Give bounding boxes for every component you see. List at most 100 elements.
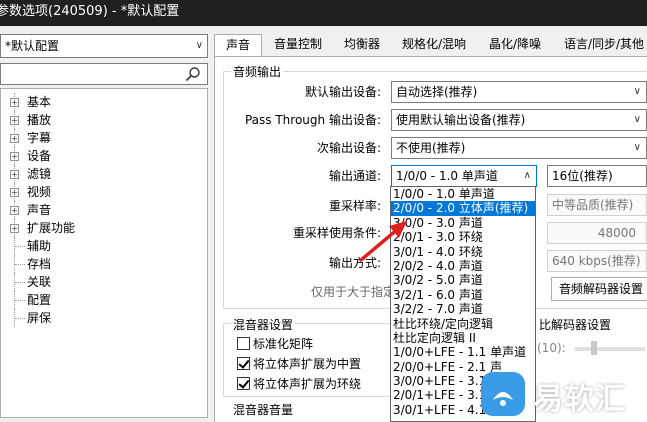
output-channel-value: 1/0/0 - 1.0 单声道 [396,169,498,183]
tree-item-label: 屏保 [27,311,52,325]
chevron-up-icon: ∧ [523,170,531,181]
expand-stereo-center-checkbox[interactable]: 将立体声扩展为中置 [237,355,361,372]
expand-icon[interactable]: + [10,134,19,143]
mixer-volume-title: 混音器音量 [231,401,296,418]
red-arrow-annotation [359,221,407,262]
watermark-text: 易软汇 [533,382,626,417]
tree-item-label: 辅助 [27,239,52,253]
passthrough-device-select[interactable]: 使用默认输出设备(推荐) ∨ [391,109,647,131]
tree-item-label: 关联 [27,275,52,289]
search-icon[interactable] [185,66,201,82]
channel-option[interactable]: 3/2/1 - 6.0 声道 [391,288,535,302]
tree-item-label: 扩展功能 [27,221,76,235]
tree-item[interactable]: + 声音 [1,201,207,219]
secondary-device-label: 次输出设备: [316,141,381,155]
expand-stereo-surround-checkbox[interactable]: 将立体声扩展为环绕 [237,375,361,392]
settings-tree: + 基本 + 播放 + 字幕 + 设备 + 滤镜 + 视频 + 声音 + 扩展功能 辅助 存档 关联 配置 屏保 [0,88,208,418]
tree-item[interactable]: 辅助 [1,237,207,255]
mixer-settings-title: 混音器设置 [231,316,296,333]
expand-icon[interactable]: + [10,98,19,107]
channel-option[interactable]: 1/0/0+LFE - 1.1 单声道 [391,345,535,359]
chevron-down-icon: ∨ [195,40,203,51]
default-device-select[interactable]: 自动选择(推荐) ∨ [391,81,647,103]
tab-crystal-denoise[interactable]: 晶化/降噪 [480,34,550,56]
slider-thumb[interactable] [591,341,597,355]
tab-bar: 声音 音量控制 均衡器 规格化/混响 晶化/降噪 语言/同步/其他 [214,34,647,57]
window-titlebar: 参数选项(240509) - *默认配置 [0,0,647,26]
secondary-device-value: 不使用(推荐) [396,141,466,155]
tree-item[interactable]: + 滤镜 [1,165,207,183]
chevron-down-icon: ∨ [633,142,641,153]
watermark: 易软汇 [475,366,647,422]
resample-rate-spin[interactable]: 48000 [547,222,647,244]
expand-icon[interactable]: + [10,170,19,179]
tree-item[interactable]: 配置 [1,291,207,309]
checkbox-label: 标准化矩阵 [253,337,314,351]
passthrough-label: Pass Through 输出设备: [244,113,381,127]
tree-item[interactable]: + 基本 [1,93,207,111]
tree-item[interactable]: + 播放 [1,111,207,129]
chevron-down-icon: ∨ [633,86,641,97]
checkbox-label: 将立体声扩展为环绕 [253,377,362,391]
secondary-device-select[interactable]: 不使用(推荐) ∨ [391,137,647,159]
tree-item[interactable]: + 视频 [1,183,207,201]
tab-normalize-reverb[interactable]: 规格化/混响 [394,34,474,56]
tree-connector [15,300,25,301]
tree-item[interactable]: + 扩展功能 [1,219,207,237]
tree-connector [15,264,25,265]
tree-item[interactable]: + 设备 [1,147,207,165]
tree-item-label: 字幕 [27,131,52,145]
only-for-label: 仅用于大于指定 [310,285,395,299]
expand-icon[interactable]: + [10,188,19,197]
passthrough-device-value: 使用默认输出设备(推荐) [396,113,526,127]
tree-item-label: 播放 [27,113,52,127]
checkbox-box[interactable] [237,357,250,370]
channel-option[interactable]: 1/0/0 - 1.0 单声道 [391,187,535,201]
tree-item-label: 滤镜 [27,167,52,181]
default-device-value: 自动选择(推荐) [396,85,478,99]
channel-option[interactable]: 3/0/2 - 5.0 声道 [391,273,535,287]
resample-rate-value: 48000 [597,226,636,240]
audio-decoder-settings-button[interactable]: 音频解码器设置 [551,277,647,301]
preset-select[interactable]: *默认配置 ∨ [0,34,208,58]
tree-item[interactable]: 屏保 [1,309,207,327]
channel-option[interactable]: 3/2/2 - 7.0 声道 [391,302,535,316]
expand-icon[interactable]: + [10,152,19,161]
left-pane: *默认配置 ∨ + 基本 + 播放 + 字幕 + 设备 + 滤镜 + 视频 + 声音 + 扩展功能 辅助 存档 关联… [0,26,212,422]
tab-sound[interactable]: 声音 [214,34,262,57]
channel-option[interactable]: 杜比环绕/定向逻辑 [391,317,535,331]
bit-depth-value: 16位(推荐) [552,169,613,183]
bit-depth-select[interactable]: 16位(推荐) [547,165,647,187]
expand-icon[interactable]: + [10,224,19,233]
resample-quality-value: 中等品质(推荐) [552,198,634,212]
search-input[interactable] [0,63,208,85]
expand-icon[interactable]: + [10,116,19,125]
tab-volume-control[interactable]: 音量控制 [266,34,330,56]
output-channel-label: 输出通道: [328,169,381,183]
tree-item-label: 设备 [27,149,52,163]
chevron-down-icon: ∨ [633,114,641,125]
tree-item-label: 存档 [27,257,52,271]
tree-item[interactable]: + 字幕 [1,129,207,147]
checkbox-box[interactable] [237,337,250,350]
expand-icon[interactable]: + [10,206,19,215]
checkbox-box[interactable] [237,377,250,390]
resample-quality-select[interactable]: 中等品质(推荐) [547,194,647,216]
tree-item-label: 配置 [27,293,52,307]
brand-logo-icon [481,372,525,416]
normalize-matrix-checkbox[interactable]: 标准化矩阵 [237,335,313,352]
default-device-label: 默认输出设备: [304,85,381,99]
channel-option[interactable]: 杜比定向逻辑 II [391,331,535,345]
bitrate-select[interactable]: 640 kbps(推荐) [547,250,647,272]
output-channel-select[interactable]: 1/0/0 - 1.0 单声道 ∧ [391,165,537,187]
decoder-settings-title: 比解码器设置 [537,316,614,333]
tree-item[interactable]: 存档 [1,255,207,273]
decoder-level-label: (10): [537,341,566,355]
decoder-level-slider[interactable] [575,347,645,351]
tree-item[interactable]: 关联 [1,273,207,291]
tree-connector [15,318,25,319]
tree-item-label: 视频 [27,185,52,199]
tab-language-sync-other[interactable]: 语言/同步/其他 [556,34,647,56]
tree-item-label: 声音 [27,203,52,217]
tab-equalizer[interactable]: 均衡器 [336,34,388,56]
